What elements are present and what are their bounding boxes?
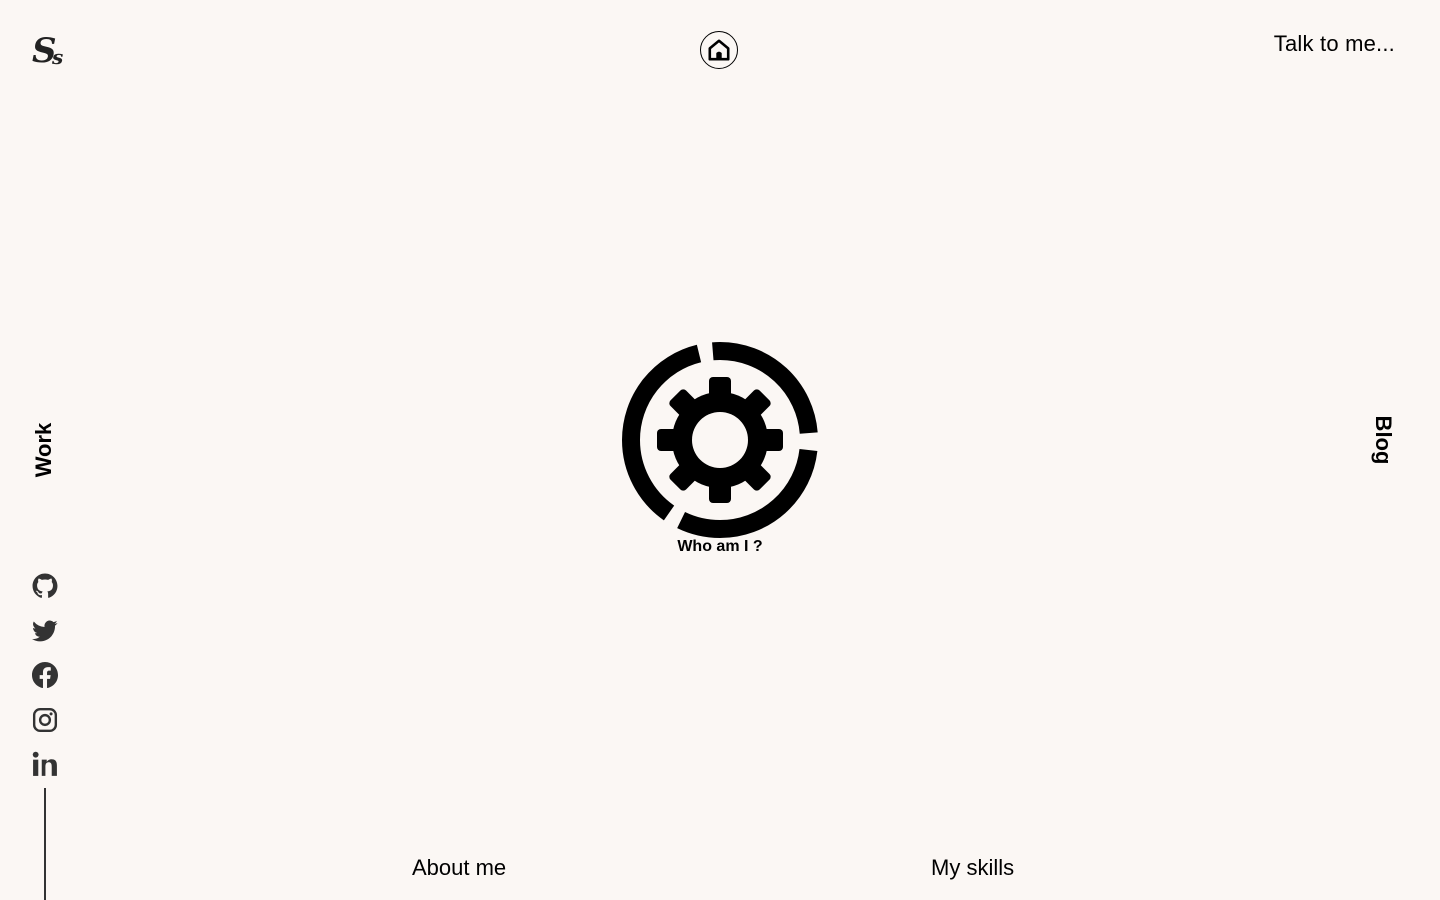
github-link[interactable]	[31, 572, 59, 600]
linkedin-link[interactable]	[31, 750, 59, 778]
home-button[interactable]	[700, 31, 738, 69]
who-am-i-label[interactable]: Who am I ?	[620, 538, 820, 556]
social-links	[30, 572, 60, 795]
social-divider-line	[44, 788, 46, 900]
talk-to-me-link[interactable]: Talk to me...	[1274, 31, 1395, 57]
about-me-link[interactable]: About me	[412, 855, 506, 881]
twitter-icon	[32, 620, 58, 641]
blog-link[interactable]: Blog	[1370, 416, 1396, 465]
my-skills-link[interactable]: My skills	[931, 855, 1014, 881]
facebook-icon	[32, 662, 58, 688]
logo-icon: S s	[32, 31, 63, 71]
instagram-link[interactable]	[31, 706, 59, 734]
github-icon	[32, 573, 58, 598]
site-logo[interactable]: S s	[32, 30, 72, 71]
facebook-link[interactable]	[31, 661, 59, 689]
gear-icon	[622, 342, 818, 538]
instagram-icon	[32, 707, 58, 732]
who-am-i-emblem[interactable]	[620, 340, 820, 540]
linkedin-icon	[32, 751, 57, 776]
twitter-link[interactable]	[31, 617, 59, 645]
work-link[interactable]: Work	[31, 423, 57, 478]
svg-text:s: s	[51, 45, 63, 69]
home-icon	[708, 39, 730, 61]
